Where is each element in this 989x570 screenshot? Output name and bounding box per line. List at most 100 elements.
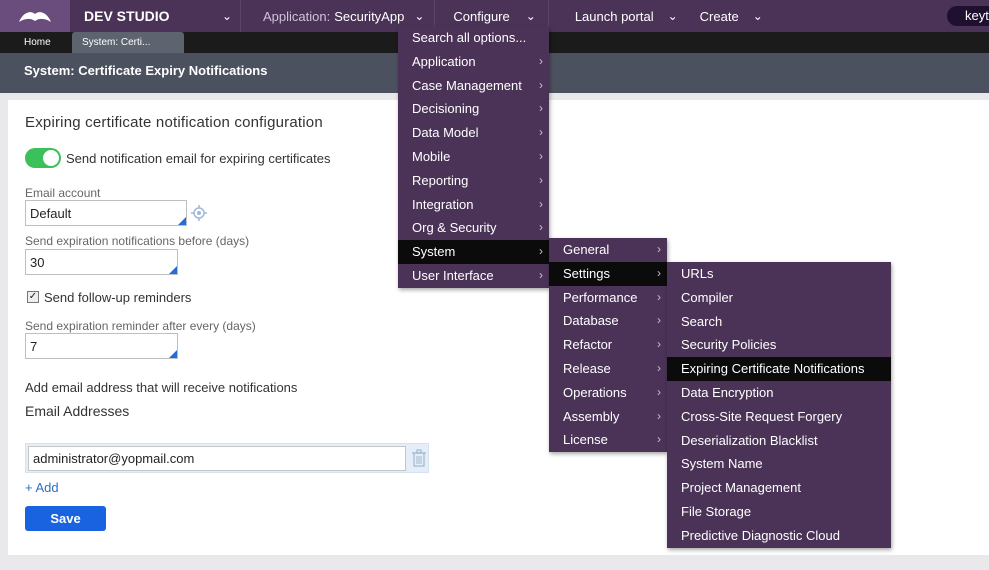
menu-item-settings[interactable]: Settings ›	[549, 261, 667, 286]
menu-item-label: System	[412, 244, 456, 260]
application-label: Application:	[263, 8, 331, 24]
menu-item-label: Application	[412, 53, 476, 69]
add-email-link[interactable]: + Add	[25, 480, 59, 495]
toggle-knob	[43, 150, 59, 166]
menu-item-security-policies[interactable]: Security Policies	[667, 333, 891, 357]
save-button[interactable]: Save	[25, 506, 106, 531]
add-email-instructions: Add email address that will receive noti…	[25, 380, 298, 395]
menu-item-decisioning[interactable]: Decisioning ›	[398, 97, 549, 121]
chevron-right-icon: ›	[657, 242, 661, 256]
launch-portal-chevron-down-icon: ⌄	[667, 9, 678, 23]
brand-title: DEV STUDIO	[84, 8, 170, 24]
configure-label: Configure	[453, 8, 510, 24]
toggle-label: Send notification email for expiring cer…	[66, 151, 331, 166]
menu-item-label: User Interface	[412, 267, 494, 283]
menu-item-label: Data Model	[412, 125, 479, 141]
crosshair-icon[interactable]	[191, 205, 207, 221]
menu-item-expiring-certificate-notifications[interactable]: Expiring Certificate Notifications	[667, 357, 891, 381]
launch-portal-button[interactable]: Launch portal ⌄	[549, 0, 678, 32]
menu-item-data-model[interactable]: Data Model ›	[398, 121, 549, 145]
chevron-right-icon: ›	[539, 125, 543, 140]
logo-icon	[19, 12, 51, 22]
create-button[interactable]: Create ⌄	[678, 0, 763, 32]
menu-item-label: Release	[563, 360, 611, 376]
menu-item-data-encryption[interactable]: Data Encryption	[667, 381, 891, 405]
followup-checkbox[interactable]: ✓	[27, 291, 39, 303]
menu-item-performance[interactable]: Performance ›	[549, 286, 667, 310]
notify-before-field[interactable]: 30	[25, 249, 178, 275]
menu-item-assembly[interactable]: Assembly ›	[549, 405, 667, 429]
tab-home[interactable]: Home	[14, 32, 61, 53]
menu-item-license[interactable]: License ›	[549, 428, 667, 452]
menu-item-label: Assembly	[563, 408, 620, 424]
application-chevron-down-icon: ⌄	[414, 9, 425, 23]
menu-item-refactor[interactable]: Refactor ›	[549, 333, 667, 357]
menu-item-case-management[interactable]: Case Management ›	[398, 74, 549, 98]
configure-menu: Search all options... Application › Case …	[398, 26, 549, 288]
menu-item-reporting[interactable]: Reporting ›	[398, 169, 549, 193]
menu-item-cross-site-request-forgery[interactable]: Cross-Site Request Forgery	[667, 405, 891, 429]
email-address-input[interactable]: administrator@yopmail.com	[28, 446, 406, 471]
menu-item-deserialization-blacklist[interactable]: Deserialization Blacklist	[667, 429, 891, 453]
application-switcher[interactable]: Application: SecurityApp ⌄	[241, 0, 424, 32]
menu-item-search[interactable]: Search	[667, 310, 891, 334]
menu-item-file-storage[interactable]: File Storage	[667, 500, 891, 524]
menu-item-label: Operations	[563, 384, 627, 400]
menu-item-label: Decisioning	[412, 101, 480, 117]
brand-chevron-down-icon[interactable]: ⌄	[214, 9, 240, 23]
chevron-right-icon: ›	[539, 101, 543, 116]
menu-item-system[interactable]: System ›	[398, 240, 549, 264]
menu-item-label: Case Management	[412, 77, 522, 93]
menu-item-database[interactable]: Database ›	[549, 309, 667, 333]
menu-item-urls[interactable]: URLs	[667, 262, 891, 286]
followup-label: Send follow-up reminders	[44, 290, 192, 305]
menu-item-label: Settings	[563, 265, 610, 281]
chevron-right-icon: ›	[539, 77, 543, 92]
menu-item-operations[interactable]: Operations ›	[549, 381, 667, 405]
menu-item-label: Database	[563, 313, 619, 329]
chevron-right-icon: ›	[657, 408, 661, 423]
menu-item-user-interface[interactable]: User Interface ›	[398, 264, 549, 288]
application-value: SecurityApp	[334, 8, 405, 24]
notification-toggle[interactable]	[25, 148, 61, 168]
email-account-field[interactable]: Default	[25, 200, 187, 226]
menu-item-label: Integration	[412, 196, 474, 212]
chevron-right-icon: ›	[657, 313, 661, 328]
menu-item-label: Refactor	[563, 337, 613, 353]
menu-item-label: Search all options...	[412, 30, 527, 45]
menu-item-release[interactable]: Release ›	[549, 357, 667, 381]
create-chevron-down-icon: ⌄	[752, 9, 763, 23]
menu-item-label: Performance	[563, 289, 638, 305]
chevron-right-icon: ›	[539, 220, 543, 235]
chevron-right-icon: ›	[539, 196, 543, 211]
reminder-label: Send expiration reminder after every (da…	[25, 319, 256, 333]
configure-chevron-down-icon: ⌄	[525, 9, 536, 23]
menu-item-system-name[interactable]: System Name	[667, 452, 891, 476]
create-label: Create	[699, 8, 739, 24]
launch-portal-label: Launch portal	[574, 8, 654, 24]
menu-item-predictive-diagnostic-cloud[interactable]: Predictive Diagnostic Cloud	[667, 524, 891, 548]
chevron-right-icon: ›	[657, 289, 661, 304]
user-menu[interactable]: keyt	[947, 6, 989, 26]
menu-item-label: Reporting	[412, 172, 469, 188]
section-heading: Expiring certificate notification config…	[25, 114, 323, 131]
menu-item-compiler[interactable]: Compiler	[667, 286, 891, 310]
menu-item-project-management[interactable]: Project Management	[667, 476, 891, 500]
chevron-right-icon: ›	[539, 172, 543, 187]
menu-item-label: Org & Security	[412, 220, 497, 236]
chevron-right-icon: ›	[657, 337, 661, 352]
trash-icon[interactable]	[411, 449, 427, 467]
menu-item-search-all-options[interactable]: Search all options...	[398, 26, 549, 50]
chevron-right-icon: ›	[539, 244, 543, 259]
menu-item-integration[interactable]: Integration ›	[398, 193, 549, 217]
menu-item-org-security[interactable]: Org & Security ›	[398, 216, 549, 240]
menu-item-general[interactable]: General ›	[549, 238, 667, 262]
menu-item-mobile[interactable]: Mobile ›	[398, 145, 549, 169]
reminder-field[interactable]: 7	[25, 333, 178, 359]
app-logo[interactable]	[0, 0, 70, 32]
menu-item-application[interactable]: Application ›	[398, 50, 549, 74]
chevron-right-icon: ›	[657, 265, 661, 280]
chevron-right-icon: ›	[657, 432, 661, 447]
email-account-label: Email account	[25, 186, 101, 200]
tab-system-certificate[interactable]: System: Certi...	[72, 32, 184, 53]
